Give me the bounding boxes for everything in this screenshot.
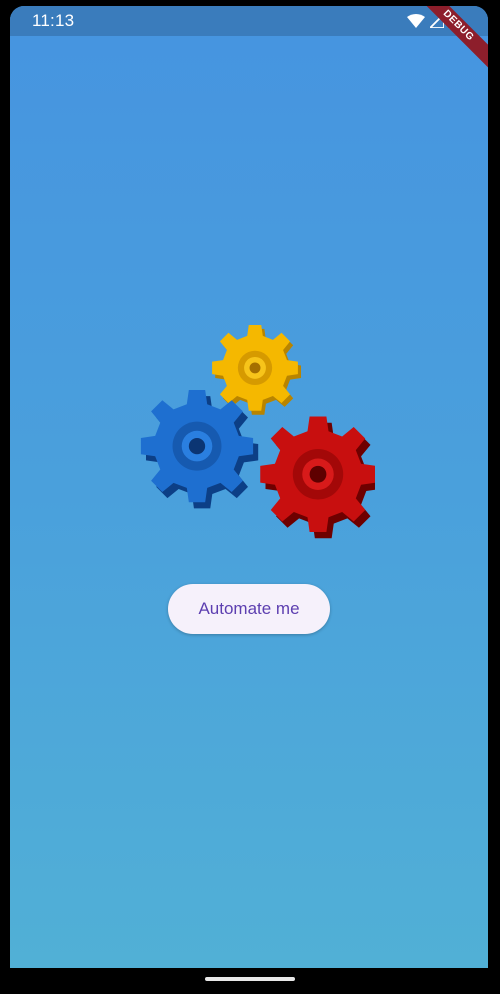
status-bar: 11:13 DEBUG bbox=[10, 6, 488, 72]
gears-icon bbox=[140, 325, 375, 539]
status-time: 11:13 bbox=[32, 11, 75, 30]
app-screen: 11:13 DEBUG Automate me bbox=[10, 6, 488, 968]
navigation-bar bbox=[0, 968, 500, 994]
yellow-gear bbox=[212, 325, 302, 415]
home-indicator[interactable] bbox=[205, 977, 295, 981]
red-gear bbox=[260, 416, 375, 539]
device-frame: 11:13 DEBUG Automate me bbox=[0, 0, 500, 994]
wifi-icon bbox=[407, 14, 425, 28]
automate-me-button[interactable]: Automate me bbox=[168, 584, 330, 634]
blue-gear bbox=[140, 390, 259, 509]
